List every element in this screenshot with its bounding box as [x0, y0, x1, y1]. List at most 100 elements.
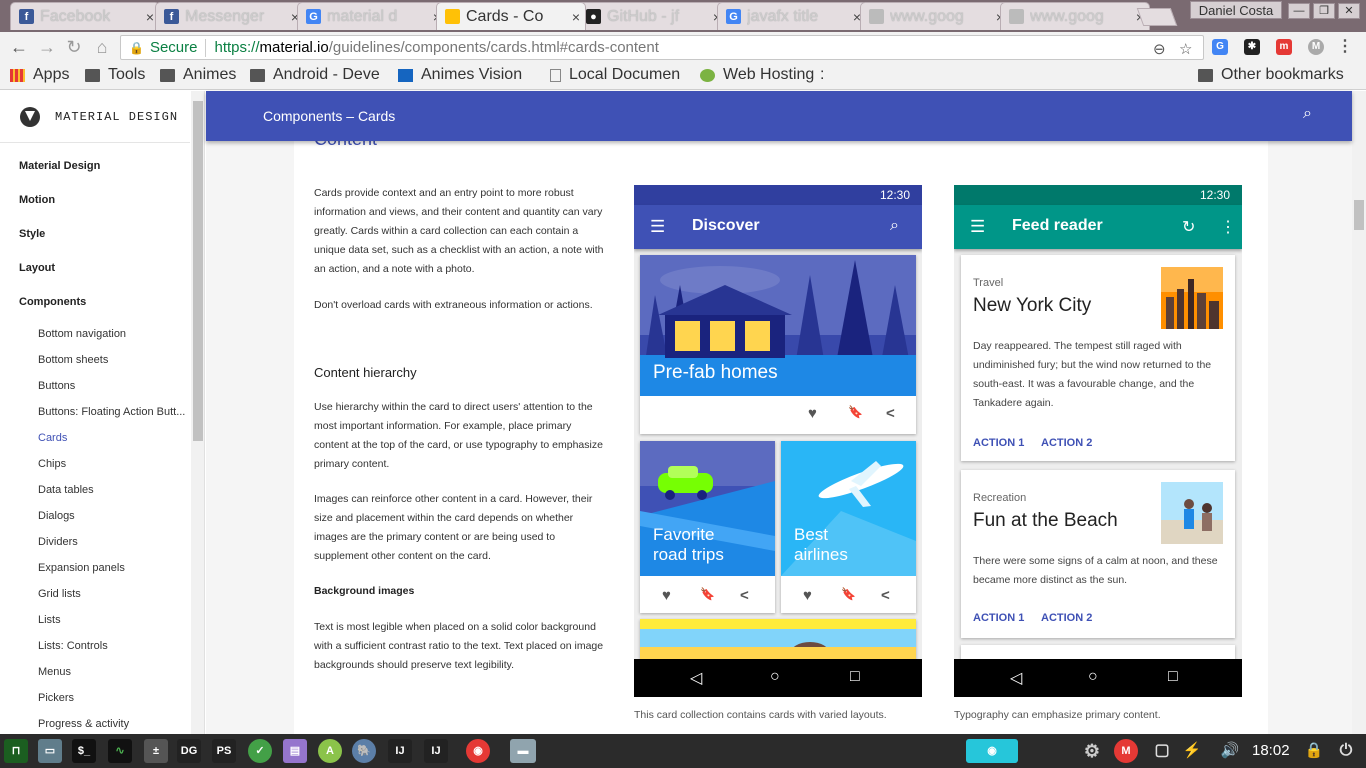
- nav-home-icon[interactable]: ○: [1088, 668, 1098, 686]
- action-2-button[interactable]: ACTION 2: [1041, 437, 1092, 449]
- intellij-icon[interactable]: IJ: [388, 739, 412, 763]
- account-extension-icon[interactable]: M: [1308, 39, 1324, 55]
- sidebar-item[interactable]: Grid lists: [38, 588, 186, 600]
- share-icon[interactable]: <: [881, 587, 890, 604]
- power-tray-icon[interactable]: ⚡: [1180, 739, 1204, 763]
- settings-gear-icon[interactable]: ⚙: [1080, 739, 1104, 763]
- restore-button[interactable]: ❐: [1313, 3, 1335, 19]
- menu-icon[interactable]: ☰: [970, 217, 985, 237]
- bookmark-item[interactable]: Animes: [160, 66, 236, 84]
- share-icon[interactable]: <: [740, 587, 749, 604]
- sidebar-item[interactable]: Data tables: [38, 484, 186, 496]
- address-bar[interactable]: 🔒 Secure https://material.io/guidelines/…: [120, 35, 1204, 60]
- feed-card-beach[interactable]: Recreation Fun at the Beach There were s…: [961, 470, 1235, 638]
- browser-tab[interactable]: ●GitHub - jf×: [577, 2, 727, 30]
- android-studio-icon[interactable]: A: [318, 739, 342, 763]
- sidebar-item[interactable]: Cards: [38, 432, 186, 444]
- browser-tab[interactable]: Gjavafx title ×: [717, 2, 867, 30]
- url-text[interactable]: https://material.io/guidelines/component…: [214, 39, 658, 56]
- intellij-2-icon[interactable]: IJ: [424, 739, 448, 763]
- heart-icon[interactable]: ♥: [803, 587, 812, 604]
- extension-icon[interactable]: ✱: [1244, 39, 1260, 55]
- sidebar-item[interactable]: Lists: Controls: [38, 640, 186, 652]
- datagrip-icon[interactable]: DG: [177, 739, 201, 763]
- page-scrollbar[interactable]: [1352, 91, 1366, 734]
- bookmark-item[interactable]: Apps: [10, 66, 69, 84]
- vpn-icon[interactable]: ✓: [248, 739, 272, 763]
- sidebar-item[interactable]: Dialogs: [38, 510, 186, 522]
- tab-close-icon[interactable]: ×: [567, 9, 585, 25]
- browser-tab[interactable]: www.goog×: [1000, 2, 1150, 30]
- close-window-button[interactable]: ✕: [1338, 3, 1360, 19]
- back-button[interactable]: ←: [8, 36, 30, 58]
- search-icon[interactable]: ⌕: [890, 217, 899, 235]
- window-icon[interactable]: ▬: [510, 739, 536, 763]
- share-icon[interactable]: <: [886, 405, 895, 422]
- action-1-button[interactable]: ACTION 1: [973, 612, 1024, 624]
- nav-back-icon[interactable]: ◁: [690, 668, 702, 688]
- nav-recent-icon[interactable]: □: [850, 668, 860, 686]
- volume-tray-icon[interactable]: 🔊: [1218, 739, 1242, 763]
- site-search-icon[interactable]: ⌕: [1303, 105, 1312, 123]
- browser-tab[interactable]: Cards - Co ×: [436, 2, 586, 30]
- feed-card-nyc[interactable]: Travel New York City Day reappeared. The…: [961, 255, 1235, 461]
- minimize-button[interactable]: —: [1288, 3, 1310, 19]
- sidebar-item[interactable]: Pickers: [38, 692, 186, 704]
- power-off-icon[interactable]: ⏻: [1334, 739, 1358, 763]
- more-vert-icon[interactable]: ⋮: [1220, 217, 1236, 237]
- active-chrome-window[interactable]: ◉: [966, 739, 1018, 763]
- chrome-menu-icon[interactable]: ⋮: [1337, 39, 1353, 55]
- heart-icon[interactable]: ♥: [808, 405, 817, 422]
- forward-button[interactable]: →: [36, 36, 58, 58]
- sidebar-item[interactable]: Buttons: Floating Action Butt...: [38, 406, 186, 418]
- browser-tab[interactable]: www.goog×: [860, 2, 1010, 30]
- breadcrumb[interactable]: Components – Cards: [263, 108, 395, 124]
- bookmark-item[interactable]: Android - Deve: [250, 66, 380, 84]
- app-launcher-icon[interactable]: ⊓: [4, 739, 28, 763]
- other-bookmarks[interactable]: Other bookmarks: [1198, 66, 1344, 84]
- bookmarks-overflow[interactable]: :: [820, 66, 824, 84]
- translate-extension-icon[interactable]: G: [1212, 39, 1228, 55]
- sidebar-item[interactable]: Progress & activity: [38, 718, 186, 730]
- zoom-icon[interactable]: ⊖: [1153, 40, 1166, 58]
- browser-tab[interactable]: Gmaterial d×: [297, 2, 447, 30]
- browser-tab[interactable]: f Facebook ×: [10, 2, 160, 30]
- bookmark-item[interactable]: Tools: [85, 66, 145, 84]
- card-best-airlines[interactable]: Best airlines ♥ 🔖 <: [781, 441, 916, 613]
- sidebar-section[interactable]: Style: [19, 228, 45, 240]
- chat-tray-icon[interactable]: ▢: [1150, 739, 1174, 763]
- profile-button[interactable]: Daniel Costa: [1190, 1, 1282, 19]
- sidebar-section[interactable]: Layout: [19, 262, 55, 274]
- mega-tray-icon[interactable]: M: [1114, 739, 1138, 763]
- sidebar-section[interactable]: Motion: [19, 194, 55, 206]
- sidebar-item[interactable]: Buttons: [38, 380, 186, 392]
- nav-home-icon[interactable]: ○: [770, 668, 780, 686]
- action-2-button[interactable]: ACTION 2: [1041, 612, 1092, 624]
- sidebar-item[interactable]: Bottom navigation: [38, 328, 186, 340]
- bookmark-icon[interactable]: 🔖: [848, 405, 863, 419]
- heart-icon[interactable]: ♥: [662, 587, 671, 604]
- bookmark-item[interactable]: Animes Vision: [398, 66, 522, 84]
- sidebar-item[interactable]: Bottom sheets: [38, 354, 186, 366]
- bookmark-icon[interactable]: 🔖: [700, 587, 715, 601]
- folder-app-icon[interactable]: ▤: [283, 739, 307, 763]
- material-logo-icon[interactable]: [20, 107, 40, 127]
- home-button[interactable]: ⌂: [91, 36, 113, 58]
- files-icon[interactable]: ▭: [38, 739, 62, 763]
- bookmark-star-icon[interactable]: ☆: [1179, 40, 1192, 58]
- menu-icon[interactable]: ☰: [650, 217, 665, 237]
- refresh-icon[interactable]: ↻: [1182, 217, 1195, 237]
- sidebar-item[interactable]: Chips: [38, 458, 186, 470]
- terminal-icon[interactable]: $_: [72, 739, 96, 763]
- sidebar-item[interactable]: Menus: [38, 666, 186, 678]
- browser-tab[interactable]: f Messenger ×: [155, 2, 305, 30]
- system-monitor-icon[interactable]: ∿: [108, 739, 132, 763]
- card-prefab-homes[interactable]: Pre-fab homes ♥ 🔖 <: [640, 255, 916, 434]
- new-tab-button[interactable]: [1136, 8, 1178, 26]
- nav-recent-icon[interactable]: □: [1168, 668, 1178, 686]
- sidebar-item[interactable]: Dividers: [38, 536, 186, 548]
- mega-extension-icon[interactable]: m: [1276, 39, 1292, 55]
- sidebar-section[interactable]: Components: [19, 296, 86, 308]
- bookmark-item[interactable]: Local Documen: [550, 66, 680, 84]
- bookmark-item[interactable]: Web Hosting: [700, 66, 814, 84]
